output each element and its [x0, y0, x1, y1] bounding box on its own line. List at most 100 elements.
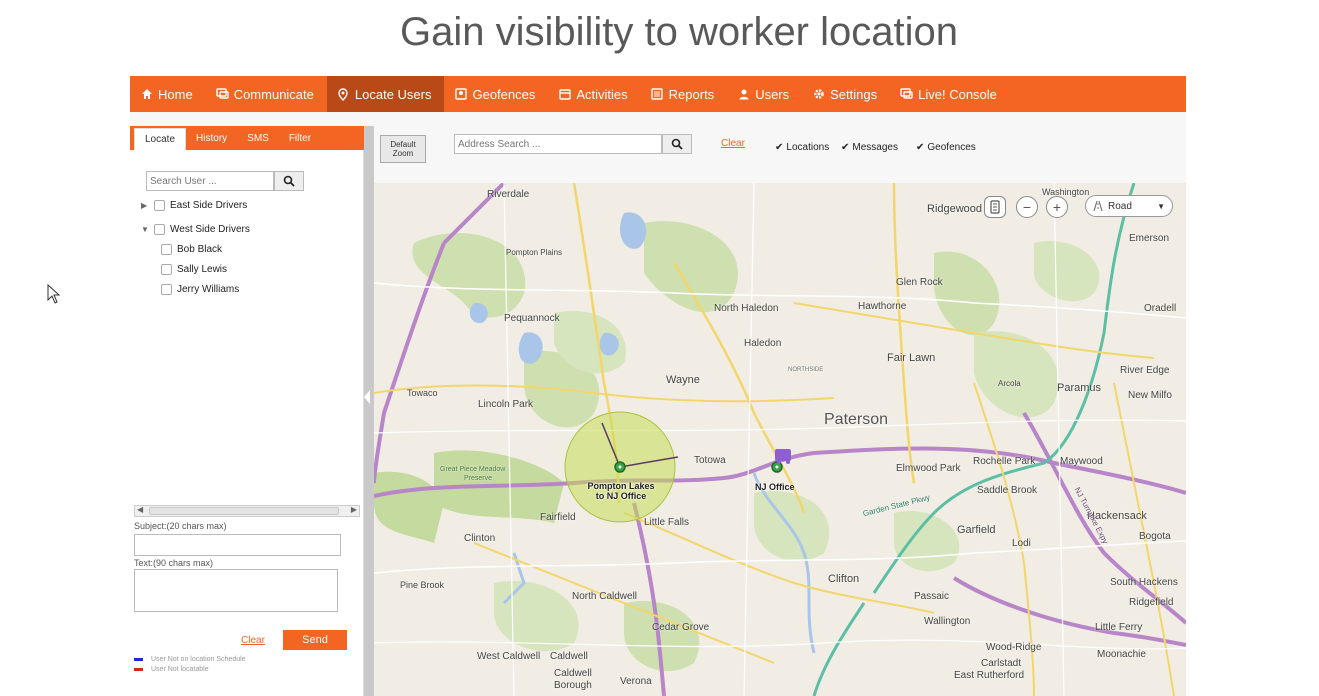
- toggle-locations[interactable]: ✔ Locations: [775, 142, 829, 153]
- default-zoom-button[interactable]: Default Zoom: [380, 135, 426, 163]
- group-checkbox[interactable]: [154, 200, 165, 211]
- toggle-label: Geofences: [927, 142, 976, 153]
- map-label: Paterson: [824, 411, 889, 428]
- nav-live-console[interactable]: Live! Console: [890, 76, 1010, 112]
- scroll-right-icon[interactable]: ▶: [351, 505, 357, 514]
- map-canvas[interactable]: Riverdale Ridgewood Washington Emerson P…: [374, 183, 1186, 696]
- map-label: Caldwell: [550, 651, 588, 662]
- map-label: Emerson: [1129, 233, 1170, 244]
- tree-user-item[interactable]: Jerry Williams: [161, 284, 239, 295]
- scroll-left-icon[interactable]: ◀: [137, 505, 143, 514]
- map-label: East Rutherford: [954, 670, 1025, 681]
- nav-geofences-label: Geofences: [472, 86, 536, 102]
- map-label: Great Piece Meadow: [440, 466, 506, 473]
- nav-users[interactable]: Users: [727, 76, 802, 112]
- tree-group-east[interactable]: ▶ East Side Drivers: [141, 200, 247, 211]
- tab-locate[interactable]: Locate: [134, 128, 187, 150]
- subject-label: Subject:(20 chars max): [134, 521, 227, 531]
- group-checkbox[interactable]: [154, 224, 165, 235]
- toggle-geofences[interactable]: ✔ Geofences: [916, 142, 976, 153]
- minus-icon: −: [1022, 199, 1032, 215]
- tree-user-item[interactable]: Sally Lewis: [161, 264, 227, 275]
- nav-reports[interactable]: Reports: [641, 76, 728, 112]
- road-icon: [1093, 200, 1103, 212]
- caret-down-icon[interactable]: ▼: [141, 225, 149, 234]
- chat-icon: [215, 88, 229, 101]
- map-layers-button[interactable]: [984, 196, 1006, 218]
- nav-communicate[interactable]: Communicate: [206, 76, 327, 112]
- legend-swatch-blue: [134, 658, 143, 661]
- map-style-select[interactable]: Road ▼: [1085, 195, 1173, 217]
- user-checkbox[interactable]: [161, 244, 172, 255]
- map-label: Wallington: [924, 616, 971, 627]
- clear-map-link[interactable]: Clear: [721, 138, 745, 149]
- office-label[interactable]: NJ Office: [755, 482, 795, 492]
- map-base-layer: [374, 183, 1186, 696]
- map-label: West Caldwell: [477, 651, 541, 662]
- map-toolbar: DefaultZoom Clear ✔ Locations ✔ Messages…: [374, 126, 1186, 183]
- toggle-label: Locations: [786, 142, 830, 153]
- layers-icon: [990, 200, 1000, 214]
- map-label: Elmwood Park: [896, 463, 961, 474]
- legend-not-on-schedule: User Not on location Schedule: [134, 656, 246, 663]
- nav-home[interactable]: Home: [130, 76, 206, 112]
- map-label: Saddle Brook: [977, 485, 1038, 496]
- address-search-input[interactable]: [454, 134, 662, 154]
- map-label: Moonachie: [1097, 649, 1146, 660]
- checkmark-icon: ✔: [841, 142, 850, 153]
- geofence-label-line2: to NJ Office: [595, 491, 647, 501]
- subject-input[interactable]: [134, 534, 341, 556]
- toggle-messages[interactable]: ✔ Messages: [841, 142, 898, 153]
- nav-users-label: Users: [755, 86, 790, 102]
- address-search-button[interactable]: [662, 134, 692, 154]
- map-label: Haledon: [744, 338, 782, 349]
- nav-locate-users[interactable]: Locate Users: [326, 76, 445, 112]
- user-label: Bob Black: [177, 244, 223, 255]
- tree-group-west[interactable]: ▼ West Side Drivers: [141, 224, 250, 235]
- map-label: Rochelle Park: [973, 456, 1036, 467]
- search-icon: [671, 138, 683, 150]
- map-label: Little Ferry: [1095, 622, 1143, 633]
- gear-icon: [812, 88, 825, 101]
- nav-locate-users-label: Locate Users: [354, 86, 432, 102]
- map-label: Fair Lawn: [887, 352, 936, 364]
- send-button[interactable]: Send: [283, 630, 347, 650]
- scrollbar-thumb[interactable]: [149, 507, 339, 515]
- horizontal-scrollbar[interactable]: ◀ ▶: [134, 505, 360, 517]
- zoom-out-button[interactable]: −: [1016, 196, 1038, 218]
- user-checkbox[interactable]: [161, 264, 172, 275]
- truck-marker-icon[interactable]: [775, 449, 791, 461]
- nav-activities[interactable]: Activities: [548, 76, 640, 112]
- text-message-input[interactable]: [134, 569, 338, 612]
- map-label: South Hackens: [1110, 577, 1178, 588]
- zoom-in-button[interactable]: +: [1046, 196, 1068, 218]
- map-label: Wayne: [666, 374, 700, 386]
- tab-history[interactable]: History: [186, 126, 237, 150]
- map-label: Arcola: [998, 379, 1021, 388]
- user-search-input[interactable]: [146, 171, 274, 191]
- map-label: Towaco: [407, 388, 438, 398]
- nav-geofences[interactable]: Geofences: [444, 76, 548, 112]
- tab-filter[interactable]: Filter: [279, 126, 321, 150]
- user-label: Jerry Williams: [177, 284, 240, 295]
- tab-sms[interactable]: SMS: [237, 126, 279, 150]
- geofence-label[interactable]: Pompton Lakes to NJ Office: [584, 481, 658, 501]
- user-search-button[interactable]: [274, 171, 304, 191]
- user-checkbox[interactable]: [161, 284, 172, 295]
- tree-user-item[interactable]: Bob Black: [161, 244, 222, 255]
- collapse-arrow-icon[interactable]: [364, 390, 370, 404]
- map-label: North Haledon: [714, 303, 779, 314]
- calendar-icon: [558, 88, 571, 101]
- panel-splitter[interactable]: [364, 126, 374, 696]
- map-label: Garfield: [957, 524, 996, 536]
- group-label: West Side Drivers: [170, 224, 250, 235]
- user-label: Sally Lewis: [177, 264, 228, 275]
- nav-reports-label: Reports: [668, 86, 715, 102]
- map-label: Paramus: [1057, 382, 1102, 394]
- clear-message-link[interactable]: Clear: [241, 635, 265, 646]
- nav-settings[interactable]: Settings: [802, 76, 890, 112]
- legend-label: User Not locatable: [151, 666, 209, 673]
- caret-right-icon[interactable]: ▶: [141, 201, 149, 210]
- mouse-cursor-icon: [47, 284, 61, 304]
- home-icon: [140, 88, 153, 101]
